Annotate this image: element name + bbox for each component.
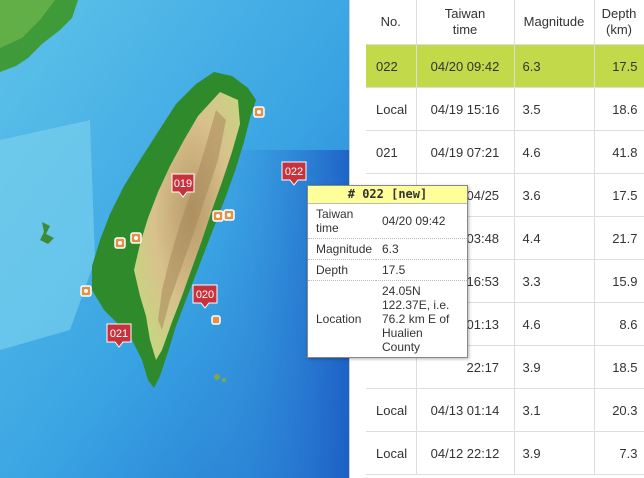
cell-depth: 18.5 <box>594 345 644 389</box>
popup-value: 17.5 <box>376 259 467 281</box>
popup-title: # 022 [new] <box>308 186 467 204</box>
cell-no: Local <box>366 431 417 475</box>
cell-time: 04/19 07:21 <box>416 130 515 174</box>
cell-depth: 8.6 <box>594 302 644 346</box>
column-header-depth-line1: Depth <box>601 6 637 21</box>
cell-magnitude: 6.3 <box>514 44 595 88</box>
quake-marker-label: 021 <box>110 328 128 340</box>
local-marker[interactable] <box>223 209 235 221</box>
cell-no: 022 <box>366 44 417 88</box>
table-row[interactable]: Local 04/13 01:14 3.1 20.3 <box>366 388 644 432</box>
column-header-depth[interactable]: Depth (km) <box>594 0 644 45</box>
cell-no: Local <box>366 388 417 432</box>
popup-row-depth: Depth 17.5 <box>308 259 467 281</box>
local-marker[interactable] <box>253 106 265 118</box>
popup-key: Magnitude <box>308 238 376 260</box>
cell-magnitude: 3.1 <box>514 388 595 432</box>
column-header-depth-line2: (km) <box>606 22 632 37</box>
column-header-time[interactable]: Taiwan time <box>416 0 515 45</box>
popup-key: Location <box>308 280 376 357</box>
cell-magnitude: 4.4 <box>514 216 595 260</box>
cell-depth: 17.5 <box>594 173 644 217</box>
table-row-selected[interactable]: 022 04/20 09:42 6.3 17.5 <box>366 44 644 88</box>
cell-magnitude: 3.6 <box>514 173 595 217</box>
column-header-no-label: No. <box>380 14 401 29</box>
cell-depth: 41.8 <box>594 130 644 174</box>
cell-time: 04/13 01:14 <box>416 388 515 432</box>
column-header-magnitude-label: Magnitude <box>523 14 585 29</box>
cell-time: 04/12 22:12 <box>416 431 515 475</box>
popup-row-location: Location 24.05N 122.37E, i.e. 76.2 km E … <box>308 280 467 357</box>
cell-magnitude: 3.3 <box>514 259 595 303</box>
column-header-time-line2: time <box>452 22 478 37</box>
table-row[interactable]: 021 04/19 07:21 4.6 41.8 <box>366 130 644 174</box>
local-marker[interactable] <box>130 232 142 244</box>
island <box>214 374 220 380</box>
earthquake-map[interactable]: 019 020 021 022 <box>0 0 350 478</box>
cell-no: Local <box>366 87 417 131</box>
column-header-time-line1: Taiwan <box>444 6 486 21</box>
quake-marker-label: 019 <box>174 178 192 190</box>
popup-key: Depth <box>308 259 376 281</box>
cell-time: 04/20 09:42 <box>416 44 515 88</box>
cell-time: 04/19 15:16 <box>416 87 515 131</box>
cell-depth: 20.3 <box>594 388 644 432</box>
popup-value: 04/20 09:42 <box>382 214 446 228</box>
table-row[interactable]: Local 04/19 15:16 3.5 18.6 <box>366 87 644 131</box>
column-header-no[interactable]: No. <box>366 0 417 45</box>
cell-depth: 7.3 <box>594 431 644 475</box>
local-marker[interactable] <box>211 315 221 325</box>
cell-depth: 18.6 <box>594 87 644 131</box>
cell-depth: 21.7 <box>594 216 644 260</box>
popup-value: 6.3 <box>376 238 467 260</box>
cell-no: 021 <box>366 130 417 174</box>
cell-depth: 17.5 <box>594 44 644 88</box>
popup-value: 24.05N 122.37E, i.e. 76.2 km E of Hualie… <box>376 280 467 357</box>
table-row[interactable]: Local 04/12 22:12 3.9 7.3 <box>366 431 644 475</box>
cell-magnitude: 4.6 <box>514 130 595 174</box>
cell-magnitude: 3.9 <box>514 345 595 389</box>
column-header-magnitude[interactable]: Magnitude <box>514 0 595 45</box>
cell-magnitude: 3.5 <box>514 87 595 131</box>
popup-details: Taiwan time 04/20 09:42 Magnitude 6.3 De… <box>308 204 467 357</box>
popup-key: Taiwan time <box>316 207 354 235</box>
local-marker[interactable] <box>80 285 92 297</box>
popup-row-time: Taiwan time 04/20 09:42 <box>308 204 467 239</box>
local-marker[interactable] <box>212 210 224 222</box>
cell-depth: 15.9 <box>594 259 644 303</box>
quake-marker-label: 022 <box>285 166 303 178</box>
cell-magnitude: 4.6 <box>514 302 595 346</box>
local-marker[interactable] <box>114 237 126 249</box>
popup-row-magnitude: Magnitude 6.3 <box>308 238 467 260</box>
cell-magnitude: 3.9 <box>514 431 595 475</box>
earthquake-info-popup: # 022 [new] Taiwan time 04/20 09:42 Magn… <box>307 185 468 358</box>
table-header-row: No. Taiwan time Magnitude Depth (km) <box>366 0 644 45</box>
quake-marker-label: 020 <box>196 289 214 301</box>
island <box>222 378 226 382</box>
